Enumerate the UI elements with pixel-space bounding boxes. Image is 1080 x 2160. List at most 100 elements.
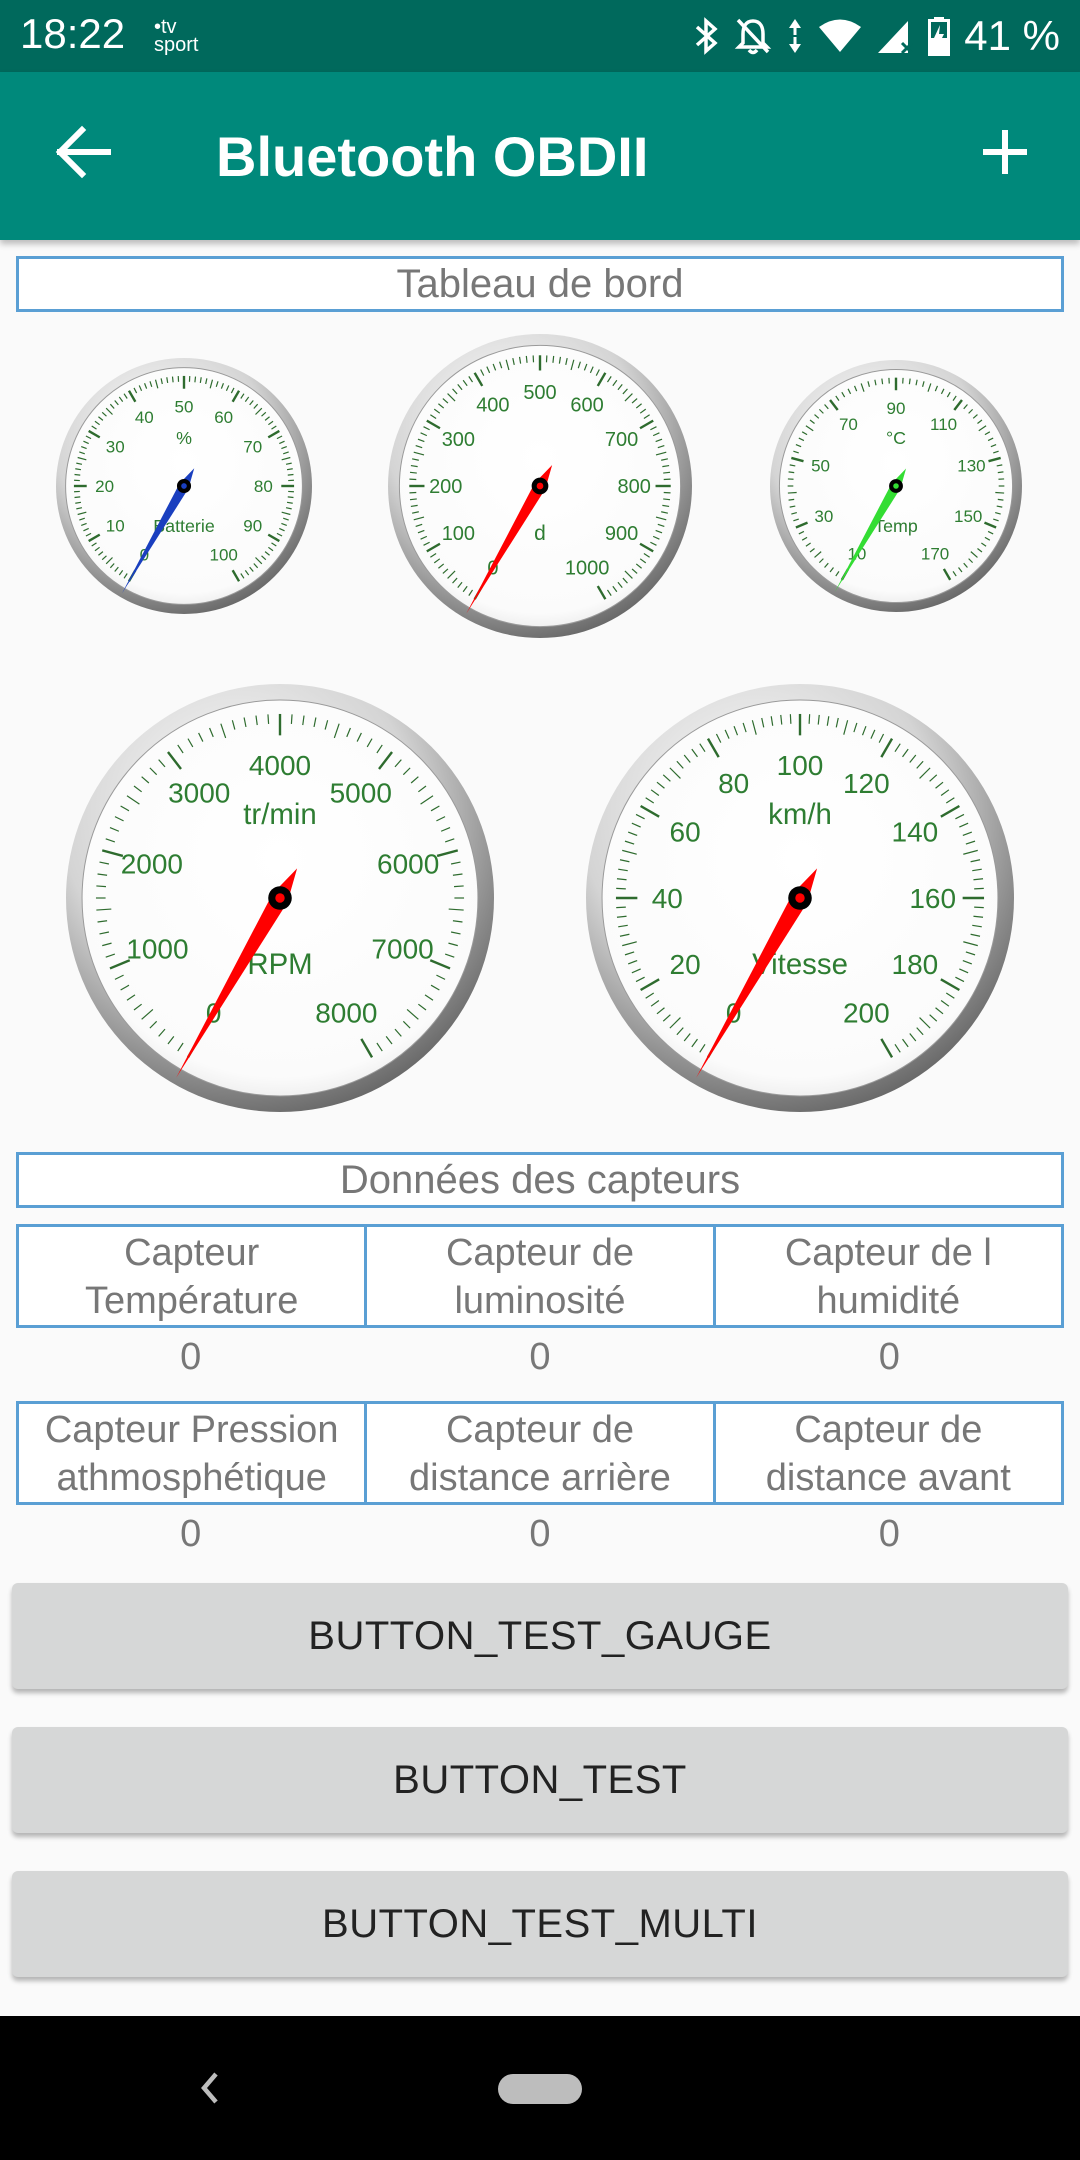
- gauge-tick-label: 60: [670, 816, 701, 847]
- gauge-tick-label: 150: [954, 507, 982, 526]
- sensor-label-line: distance avant: [765, 1457, 1011, 1499]
- sensor-label-line: Capteur de: [445, 1232, 634, 1274]
- gauge-tick-label: 100: [209, 546, 237, 565]
- gauge-tick: [194, 376, 197, 383]
- sensor-label-humidity: Capteur de l humidité: [715, 1224, 1064, 1328]
- distance-gauge: 01002003004005006007008009001000d: [388, 334, 692, 638]
- sensor-value-pressure: 0: [180, 1513, 202, 1555]
- gauge-tick-label: 2000: [121, 848, 183, 879]
- temperature-gauge: 1030507090110130150170°CTemp: [770, 360, 1022, 612]
- gauge-tick: [74, 473, 81, 476]
- gauge-hub-dot: [893, 483, 899, 489]
- gauge-tick-label: 800: [618, 476, 651, 498]
- gauge-unit: °C: [886, 428, 906, 448]
- gauge-tick: [74, 496, 81, 499]
- gauge-tick: [789, 714, 792, 724]
- gauge-tick-label: 110: [930, 415, 957, 434]
- wifi-icon: [819, 19, 862, 52]
- gauge-tick: [788, 498, 795, 501]
- gauge-tick-label: 6000: [377, 848, 439, 879]
- tv-sport-icon: •tv sport: [154, 17, 199, 56]
- gauge-tick-label: 60: [214, 408, 233, 427]
- sensor-row-1: Capteur Température Capteur de luminosit…: [16, 1224, 1064, 1328]
- gauge-tick-label: 600: [570, 394, 603, 416]
- arrow-back-icon[interactable]: [52, 112, 116, 192]
- gauge-tick-label: 400: [476, 394, 509, 416]
- gauge-tick: [171, 376, 174, 383]
- gauge-tick: [974, 906, 984, 909]
- dashboard-header: Tableau de bord: [16, 256, 1064, 312]
- gauge-tick-label: 500: [523, 382, 556, 404]
- gauge-tick-label: 170: [921, 545, 949, 564]
- sensor-label-line: distance arrière: [409, 1457, 671, 1499]
- gauge-tick-label: 40: [135, 408, 154, 427]
- gauge-tick: [525, 355, 528, 363]
- gauge-tick-label: 90: [887, 399, 906, 418]
- gauge-tick: [997, 498, 1004, 501]
- gauge-tick: [787, 491, 797, 494]
- sensors-header: Données des capteurs: [16, 1152, 1064, 1208]
- gauge-tick: [96, 885, 107, 888]
- gauge-tick-label: 100: [442, 523, 475, 545]
- signal-icon: [878, 21, 914, 55]
- sensor-label-distance-front: Capteur de distance avant: [715, 1401, 1064, 1505]
- gauge-tick-label: 40: [652, 883, 683, 914]
- gauge-hub-dot: [275, 893, 285, 903]
- gauge-tick-label: 180: [892, 949, 939, 980]
- speed-gauge: 020406080100120140160180200km/hVitesse: [586, 684, 1014, 1112]
- sensor-value-humidity: 0: [878, 1336, 900, 1378]
- sensor-value-luminosity: 0: [529, 1336, 551, 1378]
- sensor-label-distance-rear: Capteur de distance arrière: [367, 1401, 716, 1505]
- sensor-label-line: luminosité: [454, 1280, 626, 1322]
- sensor-value-temperature: 0: [180, 1336, 202, 1378]
- test-multi-button[interactable]: BUTTON_TEST_MULTI: [12, 1871, 1068, 1977]
- test-button[interactable]: BUTTON_TEST: [12, 1727, 1068, 1833]
- gauge-tick: [290, 714, 293, 725]
- gauge-tick: [453, 885, 464, 888]
- gauge-tick: [908, 378, 911, 385]
- gauge-hub-dot: [181, 483, 187, 489]
- gauge-tick-label: 140: [892, 816, 939, 847]
- system-nav-bar: [0, 2016, 1080, 2160]
- battery-icon: [928, 17, 951, 56]
- status-bar: 18:22 •tv sport 41 %: [0, 0, 1080, 72]
- gauge-tick-label: 10: [106, 517, 125, 536]
- gauge-tick-label: 8000: [315, 998, 377, 1029]
- gauge-tick-label: 20: [670, 949, 701, 980]
- gauge-tick-label: 50: [811, 457, 830, 476]
- gauge-tick-label: 3000: [168, 778, 230, 809]
- sensor-label-line: Capteur: [124, 1232, 260, 1274]
- gauge-tick: [881, 378, 884, 385]
- gauge-tick-label: 130: [957, 457, 985, 476]
- gauge-tick: [287, 496, 294, 499]
- nav-home-pill-icon[interactable]: [498, 2074, 582, 2104]
- sensor-label-line: athmosphétique: [56, 1457, 327, 1499]
- gauge-hub-dot: [795, 893, 805, 903]
- sensor-label-line: humidité: [816, 1280, 961, 1322]
- gauge-tick: [663, 498, 671, 501]
- test-gauge-button[interactable]: BUTTON_TEST_GAUGE: [12, 1583, 1068, 1689]
- gauge-tick-label: 20: [95, 477, 114, 496]
- gauge-tick-label: 200: [843, 998, 890, 1029]
- battery-percent: 41 %: [964, 12, 1060, 59]
- status-time: 18:22: [20, 10, 126, 57]
- gauge-tick: [788, 471, 795, 474]
- gauge-tick-label: 90: [243, 517, 262, 536]
- gauge-tick-label: 1000: [565, 558, 610, 580]
- gauge-hub-dot: [536, 482, 544, 490]
- gauge-tick-label: 200: [429, 476, 462, 498]
- gauge-tick-label: 5000: [330, 778, 392, 809]
- gauge-tick-label: 30: [106, 437, 125, 456]
- gauge-tick-label: 50: [175, 398, 194, 417]
- plus-icon[interactable]: [970, 112, 1040, 192]
- tv-sport-bottom: sport: [154, 34, 199, 56]
- nav-back-icon[interactable]: [190, 2060, 230, 2116]
- gauge-tick: [552, 355, 555, 363]
- gauge-tick-label: 120: [843, 768, 890, 799]
- gauge-tick: [287, 473, 294, 476]
- sensor-label-luminosity: Capteur de luminosité: [367, 1224, 716, 1328]
- gauge-tick-label: 7000: [371, 934, 433, 965]
- gauge-tick-label: 900: [605, 523, 638, 545]
- sensor-value-distance-front: 0: [878, 1513, 900, 1555]
- gauge-tick-label: 30: [814, 507, 833, 526]
